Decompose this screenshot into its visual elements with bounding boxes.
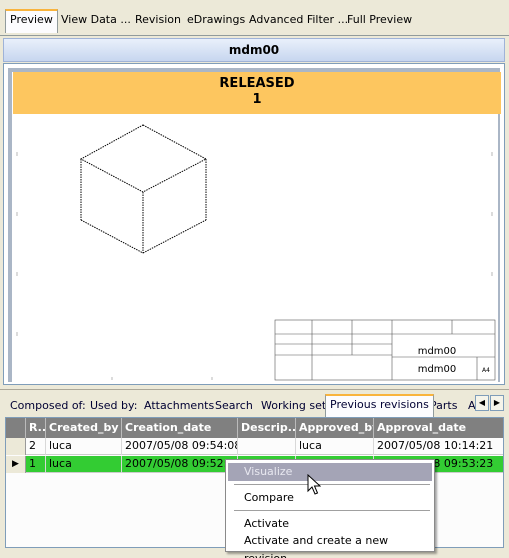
tab-advanced-filter[interactable]: Advanced Filter ... <box>245 11 352 31</box>
tab-composed-of[interactable]: Composed of: <box>6 397 90 417</box>
menu-item-visualize[interactable]: Visualize <box>228 463 432 481</box>
cell-creation-date: 2007/05/08 09:52:36 <box>122 456 238 473</box>
context-menu: Visualize Compare Activate Activate and … <box>225 459 435 558</box>
tab-working-set[interactable]: Working set <box>257 397 330 417</box>
header-created-by[interactable]: Created_by <box>46 418 122 438</box>
top-tab-strip: Preview View Data ... Revision eDrawings… <box>0 0 509 36</box>
header-indicator <box>6 418 26 438</box>
title-block-name-1: mdm00 <box>418 346 457 357</box>
menu-item-activate-new-revision[interactable]: Activate and create a new revision <box>228 532 432 558</box>
cell-rev: 1 <box>26 456 46 473</box>
arrow-left-icon: ◀ <box>478 398 486 407</box>
menu-separator <box>234 510 430 511</box>
grid-header: R... Created_by Creation_date Descrip...… <box>6 418 503 438</box>
cell-created-by: luca <box>46 456 122 473</box>
tab-previous-revisions[interactable]: Previous revisions <box>325 394 434 417</box>
status-banner: RELEASED 1 <box>13 72 501 114</box>
tab-scroll-left-button[interactable]: ◀ <box>475 395 489 411</box>
status-label: RELEASED <box>219 76 295 91</box>
arrow-right-icon: ▶ <box>493 398 501 407</box>
cell-description <box>238 438 296 455</box>
document-title-bar: mdm00 <box>3 38 505 62</box>
title-block-name-2: mdm00 <box>418 364 457 375</box>
mouse-cursor-icon <box>307 474 321 495</box>
table-row[interactable]: 2 luca 2007/05/08 09:54:08 luca 2007/05/… <box>6 438 503 455</box>
tab-scroll-right-button[interactable]: ▶ <box>490 395 504 411</box>
tab-preview[interactable]: Preview <box>5 9 58 33</box>
tab-view-data[interactable]: View Data ... <box>57 11 135 31</box>
tab-full-preview[interactable]: Full Preview <box>343 11 416 31</box>
menu-item-compare[interactable]: Compare <box>228 489 432 507</box>
current-row-arrow-icon: ▶ <box>12 459 19 469</box>
cell-created-by: luca <box>46 438 122 455</box>
cell-creation-date: 2007/05/08 09:54:08 <box>122 438 238 455</box>
cell-approval-date: 2007/05/08 10:14:21 <box>377 439 494 452</box>
document-title: mdm00 <box>228 43 280 57</box>
header-rev[interactable]: R... <box>26 418 46 438</box>
tab-edrawings[interactable]: eDrawings <box>183 11 249 31</box>
title-block-sheet-size: A4 <box>482 367 490 374</box>
row-indicator <box>6 438 26 455</box>
header-description[interactable]: Descrip... <box>238 418 296 438</box>
menu-separator <box>234 484 430 485</box>
header-creation-date[interactable]: Creation_date <box>122 418 238 438</box>
tab-attachments[interactable]: Attachments <box>140 397 218 417</box>
tab-search[interactable]: Search <box>211 397 257 417</box>
header-approved-by[interactable]: Approved_by <box>296 418 374 438</box>
drawing-preview-pane[interactable]: RELEASED 1 mdm00 mdm00 A4 <box>3 63 505 385</box>
cell-approved-by: luca <box>296 438 374 455</box>
tab-used-by[interactable]: Used by: <box>86 397 141 417</box>
menu-item-activate[interactable]: Activate <box>228 515 432 533</box>
header-approval-date[interactable]: Approval_date <box>374 418 503 438</box>
tab-revision[interactable]: Revision <box>131 11 185 31</box>
cell-rev: 2 <box>26 438 46 455</box>
row-indicator: ▶ <box>6 456 26 473</box>
revision-label: 1 <box>252 92 262 107</box>
cube-drawing: mdm00 mdm00 A4 <box>16 124 496 381</box>
